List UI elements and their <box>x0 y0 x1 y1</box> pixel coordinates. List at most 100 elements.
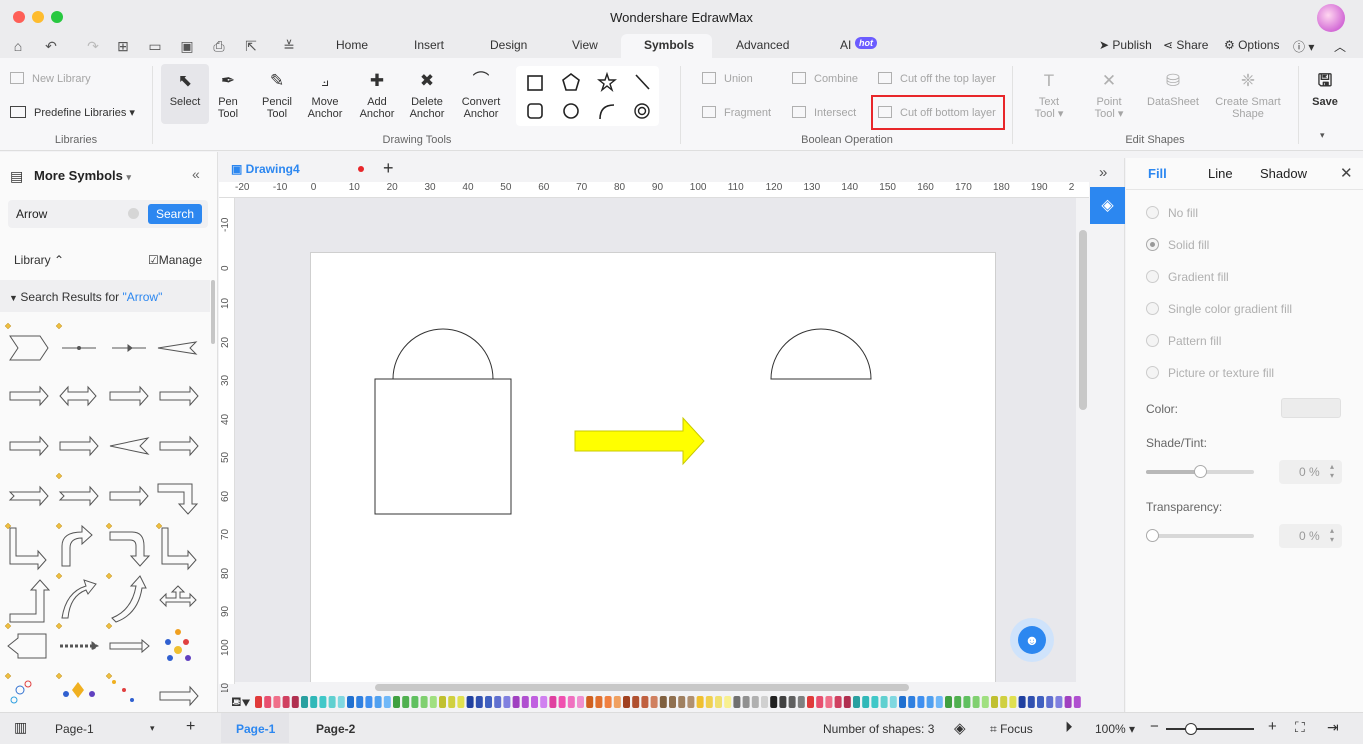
tab-advanced[interactable]: Advanced <box>736 38 789 52</box>
color-swatch[interactable] <box>604 696 612 708</box>
predefine-libraries-button[interactable]: Predefine Libraries ▾ <box>10 106 135 119</box>
focus-button[interactable]: ⌗ Focus <box>990 722 1033 737</box>
more-chevron-icon[interactable]: ≚ <box>280 37 298 55</box>
color-swatch[interactable] <box>981 696 989 708</box>
color-swatch[interactable] <box>439 696 446 708</box>
tab-line[interactable]: Line <box>1208 166 1233 181</box>
color-swatch[interactable] <box>503 696 511 708</box>
page-tab-2[interactable]: Page-2 <box>316 722 355 736</box>
color-swatch[interactable] <box>347 696 354 708</box>
color-swatch[interactable] <box>383 696 391 708</box>
vertical-scrollbar[interactable] <box>1077 198 1089 684</box>
color-swatch[interactable] <box>705 696 713 708</box>
color-swatch[interactable] <box>319 696 327 708</box>
more-symbols-title[interactable]: More Symbols ▾ <box>34 168 131 183</box>
search-results-header[interactable]: ▼ Search Results for "Arrow" <box>0 280 210 312</box>
delete-anchor-button[interactable]: ✖ Delete Anchor <box>404 70 450 120</box>
save-icon[interactable]: ▣ <box>178 37 196 55</box>
tab-insert[interactable]: Insert <box>414 38 444 52</box>
color-swatch[interactable] <box>807 696 814 708</box>
color-swatch[interactable] <box>733 696 741 708</box>
zoom-in-button[interactable]: + <box>1268 718 1277 735</box>
color-swatch[interactable] <box>788 696 796 708</box>
shade-tint-value[interactable]: 0 % ▴ ▾ <box>1279 460 1342 484</box>
color-swatch[interactable] <box>365 696 373 708</box>
new-library-button[interactable]: New Library <box>10 72 91 85</box>
color-swatch[interactable] <box>687 696 695 708</box>
undo-icon[interactable]: ↶ <box>42 37 60 55</box>
cut-off-top-layer-button[interactable]: Cut off the top layer <box>878 72 996 85</box>
expand-panel-icon[interactable]: » <box>1099 164 1107 181</box>
collapse-panel-icon[interactable]: « <box>192 166 200 182</box>
color-swatch[interactable] <box>779 696 787 708</box>
color-swatch[interactable] <box>715 696 722 708</box>
color-swatch[interactable] <box>1027 696 1035 708</box>
color-swatch[interactable] <box>255 696 262 708</box>
union-button[interactable]: Union <box>702 72 753 85</box>
color-swatch[interactable] <box>1000 696 1008 708</box>
zoom-slider[interactable] <box>1166 728 1254 730</box>
options-button[interactable]: ⚙ Options <box>1224 38 1279 52</box>
add-page-button[interactable]: + <box>186 718 195 736</box>
color-swatch[interactable] <box>1009 696 1017 708</box>
color-swatch[interactable] <box>393 696 400 708</box>
export-icon[interactable]: ⇱ <box>242 37 260 55</box>
tab-shadow[interactable]: Shadow <box>1260 166 1307 181</box>
color-swatch[interactable] <box>991 696 998 708</box>
transparency-value[interactable]: 0 % ▴ ▾ <box>1279 524 1342 548</box>
color-swatch[interactable] <box>558 696 566 708</box>
color-swatch[interactable] <box>1018 696 1026 708</box>
library-toggle[interactable]: Library ⌃ <box>14 253 64 267</box>
zoom-level[interactable]: 100% ▾ <box>1095 722 1135 736</box>
fill-bucket-icon[interactable]: ⛾▾ <box>231 694 250 712</box>
color-swatch[interactable] <box>843 696 851 708</box>
no-fill-radio[interactable] <box>1146 206 1159 219</box>
color-swatch[interactable] <box>485 696 492 708</box>
color-swatch[interactable] <box>512 696 520 708</box>
fullscreen-icon[interactable]: ⇥ <box>1327 719 1339 736</box>
tab-design[interactable]: Design <box>490 38 527 52</box>
avatar[interactable] <box>1317 4 1345 32</box>
yellow-arrow-shape[interactable] <box>574 416 705 466</box>
point-tool-button[interactable]: ✕ Point Tool ▾ <box>1090 70 1128 120</box>
color-swatch[interactable] <box>613 696 621 708</box>
tab-home[interactable]: Home <box>336 38 368 52</box>
convert-anchor-button[interactable]: ⌒ Convert Anchor <box>456 70 506 120</box>
square-shape[interactable] <box>374 378 512 515</box>
search-input[interactable]: Arrow <box>16 207 47 221</box>
pencil-tool-button[interactable]: ✎ Pencil Tool <box>256 70 298 120</box>
pattern-fill-radio[interactable] <box>1146 334 1159 347</box>
color-swatch[interactable] <box>761 696 768 708</box>
intersect-button[interactable]: Intersect <box>792 106 856 119</box>
color-swatch[interactable] <box>549 696 557 708</box>
publish-button[interactable]: ➤ Publish <box>1099 38 1152 52</box>
page-tab-1[interactable]: Page-1 <box>236 722 275 736</box>
color-swatch[interactable] <box>724 696 732 708</box>
color-swatch[interactable] <box>273 696 281 708</box>
color-swatch[interactable] <box>880 696 888 708</box>
color-swatch[interactable] <box>1037 696 1044 708</box>
play-icon[interactable]: ⏵ <box>1065 719 1073 736</box>
color-swatch[interactable] <box>457 696 465 708</box>
panel-scrollbar[interactable] <box>211 280 215 344</box>
color-swatch[interactable] <box>282 696 290 708</box>
result-semicircle-shape[interactable] <box>770 328 872 380</box>
color-swatch[interactable] <box>742 696 750 708</box>
zoom-slider-knob[interactable] <box>1185 723 1197 735</box>
create-smart-shape-button[interactable]: ❈ Create Smart Shape <box>1212 70 1284 120</box>
color-swatch[interactable] <box>264 696 272 708</box>
color-swatch[interactable] <box>972 696 980 708</box>
color-swatch[interactable] <box>853 696 860 708</box>
color-swatch[interactable] <box>448 696 456 708</box>
color-swatch[interactable] <box>862 696 870 708</box>
redo-icon[interactable]: ↷ <box>84 37 102 55</box>
color-swatch[interactable] <box>623 696 630 708</box>
color-swatch[interactable] <box>531 696 538 708</box>
color-swatch[interactable] <box>356 696 364 708</box>
color-swatch[interactable] <box>1046 696 1054 708</box>
color-swatch[interactable] <box>301 696 308 708</box>
save-button[interactable]: 🖫 Save <box>1306 70 1344 108</box>
picture-fill-radio[interactable] <box>1146 366 1159 379</box>
tab-symbols[interactable]: Symbols <box>644 38 694 52</box>
new-file-icon[interactable]: ⊞ <box>114 37 132 55</box>
